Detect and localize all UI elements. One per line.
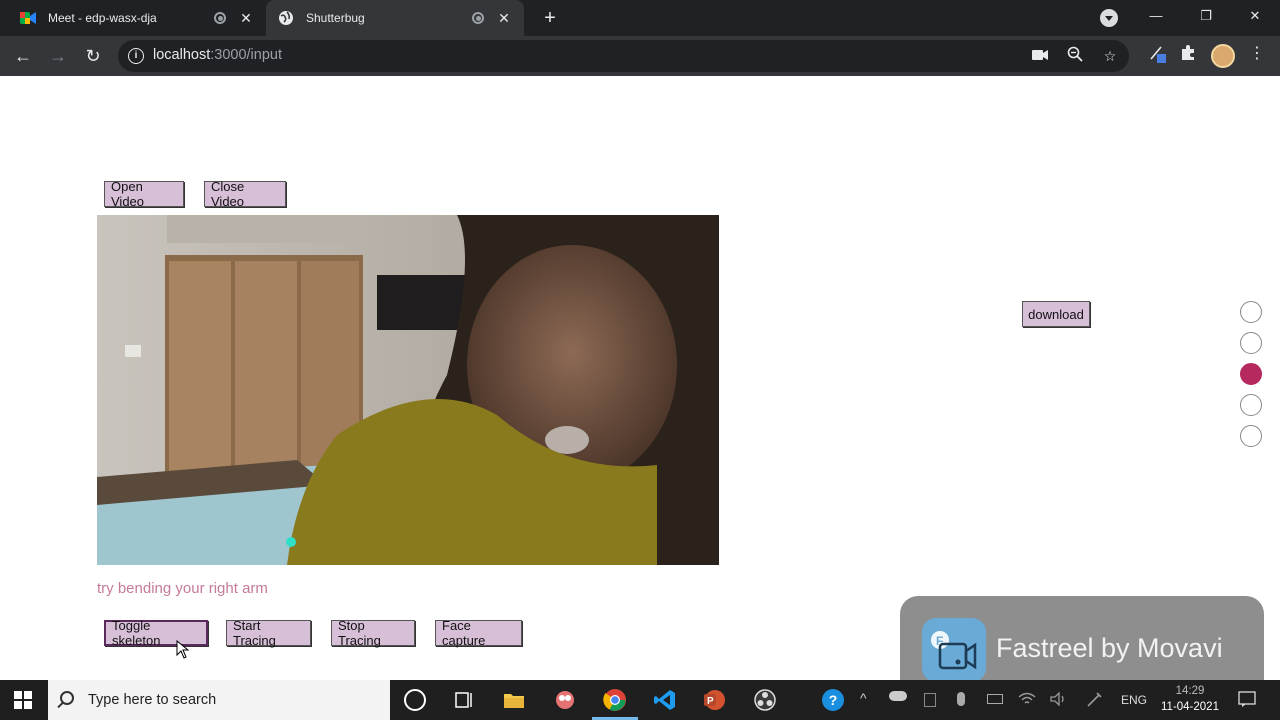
profile-avatar[interactable] bbox=[1211, 44, 1235, 68]
minimize-icon[interactable]: — bbox=[1146, 6, 1166, 26]
zoom-icon[interactable] bbox=[1065, 46, 1085, 66]
mouse-cursor-icon bbox=[176, 640, 190, 659]
battery-icon[interactable] bbox=[987, 694, 1003, 704]
tab-title: Meet - edp-wasx-dja bbox=[48, 11, 157, 25]
extensions-puzzle-icon[interactable] bbox=[1178, 44, 1198, 64]
clock[interactable]: 14:29 11-04-2021 bbox=[1150, 683, 1230, 715]
recording-indicator-icon bbox=[472, 12, 484, 24]
microphone-icon[interactable] bbox=[957, 692, 965, 706]
close-tab-icon[interactable]: ✕ bbox=[496, 10, 512, 26]
language-indicator[interactable]: ENG bbox=[1121, 693, 1147, 707]
file-explorer-icon[interactable] bbox=[502, 688, 526, 712]
show-hidden-icons-icon[interactable]: ^ bbox=[860, 690, 867, 706]
browser-toolbar: ← → ↻ i localhost:3000/input ☆ ⋮ bbox=[0, 36, 1280, 76]
fastreel-text: Fastreel by Movavi bbox=[996, 633, 1223, 663]
tab-shutterbug[interactable]: Shutterbug ✕ bbox=[266, 0, 524, 36]
reload-icon[interactable]: ↻ bbox=[81, 44, 105, 68]
close-tab-icon[interactable]: ✕ bbox=[238, 10, 254, 26]
url-text[interactable]: localhost:3000/input bbox=[153, 47, 282, 63]
pose-instruction: try bending your right arm bbox=[97, 580, 268, 597]
help-icon[interactable]: ? bbox=[822, 689, 844, 711]
progress-dot[interactable] bbox=[1240, 301, 1262, 323]
vscode-icon[interactable] bbox=[653, 688, 677, 712]
extension-pen-icon[interactable] bbox=[1148, 44, 1168, 64]
progress-dot[interactable] bbox=[1240, 394, 1262, 416]
page-content: Open Video Close Video try bending your … bbox=[0, 76, 1280, 680]
fastreel-logo-icon: F bbox=[922, 618, 986, 682]
clock-time: 14:29 bbox=[1175, 685, 1205, 697]
toggle-skeleton-button[interactable]: Toggle skeleton bbox=[104, 618, 208, 648]
pen-icon[interactable] bbox=[1086, 692, 1102, 711]
search-icon bbox=[60, 691, 74, 705]
bookmark-star-icon[interactable]: ☆ bbox=[1100, 46, 1120, 66]
taskbar-search[interactable]: Type here to search bbox=[48, 680, 390, 720]
tab-meet[interactable]: Meet - edp-wasx-dja ✕ bbox=[8, 0, 266, 36]
tab-title: Shutterbug bbox=[306, 11, 365, 25]
task-view-icon[interactable] bbox=[452, 688, 476, 712]
clock-date: 11-04-2021 bbox=[1161, 701, 1219, 713]
recording-indicator-icon bbox=[214, 12, 226, 24]
menu-kebab-icon[interactable]: ⋮ bbox=[1247, 44, 1267, 64]
volume-icon[interactable] bbox=[1050, 691, 1068, 709]
meet-icon bbox=[20, 10, 36, 26]
tray-device-icon[interactable] bbox=[924, 693, 936, 707]
search-placeholder: Type here to search bbox=[88, 692, 217, 708]
globe-icon bbox=[278, 10, 294, 26]
notifications-icon[interactable] bbox=[1238, 690, 1256, 711]
progress-dot[interactable] bbox=[1240, 332, 1262, 354]
webcam-frame bbox=[97, 215, 719, 565]
onedrive-icon[interactable] bbox=[889, 691, 907, 701]
download-button[interactable]: download bbox=[1022, 301, 1090, 327]
svg-text:P: P bbox=[707, 696, 714, 707]
close-window-icon[interactable]: ✕ bbox=[1245, 6, 1265, 26]
windows-taskbar: Type here to search P ? ^ ENG 14:29 11-0… bbox=[0, 680, 1280, 720]
close-video-button[interactable]: Close Video bbox=[204, 179, 286, 209]
address-bar[interactable]: i localhost:3000/input ☆ bbox=[118, 40, 1129, 72]
browser-tab-strip: Meet - edp-wasx-dja ✕ Shutterbug ✕ + — ❐… bbox=[0, 0, 1280, 36]
wifi-icon[interactable] bbox=[1018, 692, 1036, 709]
webcam-video bbox=[97, 215, 719, 565]
back-icon[interactable]: ← bbox=[11, 44, 35, 68]
snip-sketch-icon[interactable] bbox=[553, 688, 577, 712]
progress-dot-active[interactable] bbox=[1240, 363, 1262, 385]
forward-icon[interactable]: → bbox=[46, 44, 70, 68]
cortana-icon[interactable] bbox=[404, 689, 426, 711]
obs-icon[interactable] bbox=[753, 688, 777, 712]
face-capture-button[interactable]: Face capture bbox=[435, 618, 522, 648]
stop-tracing-button[interactable]: Stop Tracing bbox=[331, 618, 415, 648]
powerpoint-icon[interactable]: P bbox=[702, 688, 726, 712]
windows-start-icon[interactable] bbox=[14, 691, 32, 709]
chrome-icon[interactable] bbox=[603, 688, 627, 712]
restore-icon[interactable]: ❐ bbox=[1196, 6, 1216, 26]
progress-dot[interactable] bbox=[1240, 425, 1262, 447]
camera-icon[interactable] bbox=[1030, 46, 1050, 66]
open-video-button[interactable]: Open Video bbox=[104, 179, 184, 209]
new-tab-icon[interactable]: + bbox=[539, 7, 561, 29]
info-icon[interactable]: i bbox=[128, 48, 144, 64]
start-tracing-button[interactable]: Start Tracing bbox=[226, 618, 311, 648]
tab-search-icon[interactable] bbox=[1100, 9, 1118, 27]
